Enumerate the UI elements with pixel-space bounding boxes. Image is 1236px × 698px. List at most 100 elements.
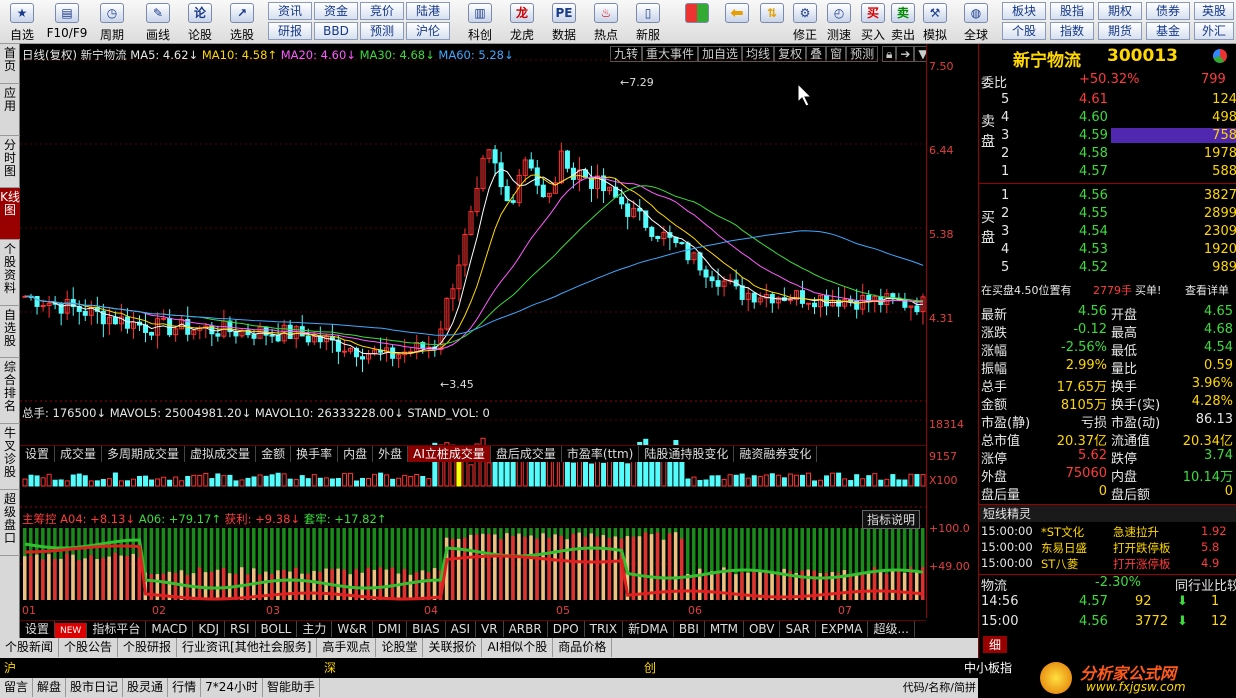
market-gem[interactable]: 创 [644, 659, 656, 676]
indicator-tab-4[interactable]: KDJ [193, 621, 225, 637]
volume-tab-9[interactable]: 盘后成交量 [491, 446, 562, 462]
indicator-tab-7[interactable]: 主力 [297, 621, 333, 637]
toolbar-back[interactable]: ⬅ [720, 0, 754, 43]
btn-capital[interactable]: 资金 [314, 2, 358, 20]
status-item-5[interactable]: 7*24小时 [201, 678, 263, 697]
indicator-tab-19[interactable]: OBV [744, 621, 781, 637]
chart-area[interactable]: 日线(复权) 新宁物流 MA5: 4.62↓ MA10: 4.58↑ MA20:… [20, 44, 932, 618]
volume-tab-3[interactable]: 虚拟成交量 [185, 446, 257, 462]
btn-hk[interactable]: 陆港 [406, 2, 450, 20]
btn-option[interactable]: 期权 [1098, 2, 1142, 20]
market-sz[interactable]: 深 [324, 659, 336, 676]
pie-icon[interactable] [1213, 49, 1227, 63]
side-tab-profile[interactable]: 个股资料 [0, 240, 20, 306]
indicator-tab-6[interactable]: BOLL [256, 621, 298, 637]
indicator-tab-22[interactable]: 超级... [868, 621, 915, 637]
toolbar-buy[interactable]: 买买入 [858, 0, 888, 43]
info-tab-8[interactable]: 商品价格 [553, 638, 613, 657]
volume-tab-5[interactable]: 换手率 [291, 446, 339, 462]
indicator-tab-13[interactable]: ARBR [504, 621, 548, 637]
side-tab-timeshare[interactable]: 分时图 [0, 136, 20, 188]
volume-tab-1[interactable]: 成交量 [55, 446, 103, 462]
info-tab-1[interactable]: 个股公告 [59, 638, 119, 657]
status-item-2[interactable]: 股市日记 [66, 678, 124, 697]
indicator-tab-8[interactable]: W&R [332, 621, 373, 637]
status-item-4[interactable]: 行情 [168, 678, 202, 697]
industry-cmp[interactable]: 同行业比较 [1175, 575, 1236, 594]
toolbar-new-service[interactable]: ▯ 新服 [628, 0, 668, 43]
toolbar-dragon[interactable]: 龙龙虎 [502, 0, 542, 43]
toolbar-hot[interactable]: ♨ 热点 [586, 0, 626, 43]
indicator-tab-3[interactable]: MACD [146, 621, 194, 637]
indicator-tab-0[interactable]: 设置 [20, 621, 56, 637]
btn-bbd[interactable]: BBD [314, 22, 358, 40]
indicator-tab-15[interactable]: TRIX [585, 621, 624, 637]
btn-uk[interactable]: 英股 [1194, 2, 1234, 20]
side-tab-super-order[interactable]: 超级盘口 [0, 490, 20, 556]
toolbar-fix[interactable]: ⚙ 修正 [788, 0, 822, 43]
toolbar-period[interactable]: ◷ 周期 [92, 0, 132, 43]
btn-index[interactable]: 指数 [1050, 22, 1094, 40]
indicator-tab-12[interactable]: VR [476, 621, 504, 637]
toolbar-simulate[interactable]: ⚒ 模拟 [918, 0, 952, 43]
indicator-tab-10[interactable]: BIAS [407, 621, 446, 637]
toolbar-select[interactable]: ↗ 选股 [222, 0, 262, 43]
info-tab-0[interactable]: 个股新闻 [0, 638, 60, 657]
detail-tab[interactable]: 细 [983, 636, 1008, 653]
toolbar-draw[interactable]: ✎ 画线 [138, 0, 178, 43]
indicator-tab-5[interactable]: RSI [225, 621, 256, 637]
info-tab-7[interactable]: AI相似个股 [482, 638, 554, 657]
indicator-tab-14[interactable]: DPO [548, 621, 585, 637]
toolbar-star-market[interactable]: ▥ 科创 [460, 0, 500, 43]
btn-research[interactable]: 研报 [268, 22, 312, 40]
toolbar-sell[interactable]: 卖卖出 [888, 0, 918, 43]
toolbar-speed[interactable]: ◴ 测速 [822, 0, 856, 43]
btn-bond[interactable]: 债券 [1146, 2, 1190, 20]
toolbar-data[interactable]: PE 数据 [544, 0, 584, 43]
info-tab-3[interactable]: 行业资讯[其他社会服务] [177, 638, 318, 657]
toolbar-updown[interactable]: ⇅ [758, 0, 786, 43]
toolbar-colors[interactable] [680, 0, 714, 43]
side-tab-apps[interactable]: 应用 [0, 84, 20, 136]
btn-forecast[interactable]: 预测 [360, 22, 404, 40]
volume-tab-6[interactable]: 内盘 [338, 446, 374, 462]
side-tab-watchlist[interactable]: 自选股 [0, 306, 20, 358]
indicator-tab-1[interactable]: NEW [55, 623, 88, 638]
side-tab-home[interactable]: 首页 [0, 44, 20, 84]
btn-shlon[interactable]: 沪伦 [406, 22, 450, 40]
btn-auction[interactable]: 竞价 [360, 2, 404, 20]
toolbar-global[interactable]: ◍ 全球 [956, 0, 996, 43]
volume-tab-11[interactable]: 陆股通持股变化 [639, 446, 735, 462]
indicator-tab-17[interactable]: BBI [674, 621, 705, 637]
info-tab-5[interactable]: 论股堂 [376, 638, 424, 657]
status-item-0[interactable]: 留言 [0, 678, 34, 697]
toolbar-f10[interactable]: ▤ F10/F9 [46, 0, 88, 43]
volume-tab-7[interactable]: 外盘 [373, 446, 409, 462]
btn-news[interactable]: 资讯 [268, 2, 312, 20]
btn-sector[interactable]: 板块 [1002, 2, 1046, 20]
volume-tab-12[interactable]: 融资融券变化 [734, 446, 818, 462]
indicator-tab-2[interactable]: 指标平台 [87, 621, 147, 637]
status-item-3[interactable]: 股灵通 [123, 678, 169, 697]
indicator-tab-16[interactable]: 新DMA [623, 621, 674, 637]
indicator-explain-button[interactable]: 指标说明 [862, 510, 921, 529]
volume-tab-0[interactable]: 设置 [20, 446, 56, 462]
indicator-tab-18[interactable]: MTM [705, 621, 744, 637]
btn-stock[interactable]: 个股 [1002, 22, 1046, 40]
toolbar-discuss[interactable]: 论论股 [180, 0, 220, 43]
market-sme[interactable]: 中小板指 [964, 659, 1012, 676]
btn-forex[interactable]: 外汇 [1194, 22, 1234, 40]
side-tab-diagnose[interactable]: 牛叉诊股 [0, 424, 20, 490]
volume-tab-4[interactable]: 金额 [256, 446, 292, 462]
indicator-tab-9[interactable]: DMI [373, 621, 408, 637]
kline-chart[interactable]: ←7.29 ←3.45 01 02 03 04 05 06 07 [20, 44, 926, 618]
short-title[interactable]: 短线精灵 [983, 505, 1031, 522]
volume-tab-10[interactable]: 市盈率(ttm) [562, 446, 640, 462]
volume-tab-2[interactable]: 多周期成交量 [102, 446, 186, 462]
side-tab-kline[interactable]: K线图 [0, 188, 20, 240]
info-tab-2[interactable]: 个股研报 [118, 638, 178, 657]
status-item-6[interactable]: 智能助手 [263, 678, 320, 697]
indicator-tab-21[interactable]: EXPMA [816, 621, 869, 637]
btn-futures[interactable]: 期货 [1098, 22, 1142, 40]
market-sh[interactable]: 沪 [4, 659, 16, 676]
